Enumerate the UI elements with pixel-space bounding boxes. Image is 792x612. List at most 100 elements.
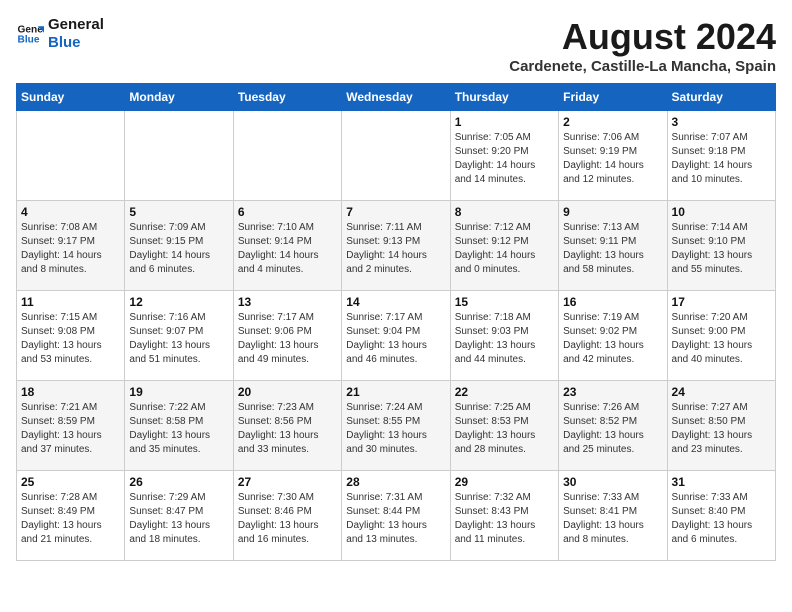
title-block: August 2024 Cardenete, Castille-La Manch… — [509, 16, 776, 75]
day-detail: Sunrise: 7:27 AM Sunset: 8:50 PM Dayligh… — [672, 401, 771, 457]
calendar-cell: 24 Sunrise: 7:27 AM Sunset: 8:50 PM Dayli… — [667, 381, 775, 471]
weekday-header-saturday: Saturday — [667, 84, 775, 111]
day-number: 14 — [346, 295, 445, 309]
day-number: 8 — [455, 205, 554, 219]
day-number: 11 — [21, 295, 120, 309]
calendar-cell: 15 Sunrise: 7:18 AM Sunset: 9:03 PM Dayli… — [450, 291, 558, 381]
calendar-cell: 23 Sunrise: 7:26 AM Sunset: 8:52 PM Dayli… — [559, 381, 667, 471]
weekday-header-monday: Monday — [125, 84, 233, 111]
day-number: 19 — [129, 385, 228, 399]
day-detail: Sunrise: 7:08 AM Sunset: 9:17 PM Dayligh… — [21, 221, 120, 277]
calendar-cell: 1 Sunrise: 7:05 AM Sunset: 9:20 PM Daylig… — [450, 111, 558, 201]
day-detail: Sunrise: 7:24 AM Sunset: 8:55 PM Dayligh… — [346, 401, 445, 457]
day-number: 25 — [21, 475, 120, 489]
calendar-cell: 7 Sunrise: 7:11 AM Sunset: 9:13 PM Daylig… — [342, 201, 450, 291]
day-number: 27 — [238, 475, 337, 489]
day-detail: Sunrise: 7:23 AM Sunset: 8:56 PM Dayligh… — [238, 401, 337, 457]
day-detail: Sunrise: 7:10 AM Sunset: 9:14 PM Dayligh… — [238, 221, 337, 277]
calendar-cell: 6Sunrise: 7:10 AM Sunset: 9:14 PM Daylig… — [233, 201, 341, 291]
day-number: 16 — [563, 295, 662, 309]
day-detail: Sunrise: 7:29 AM Sunset: 8:47 PM Dayligh… — [129, 491, 228, 547]
day-number: 2 — [563, 115, 662, 129]
day-number: 21 — [346, 385, 445, 399]
day-detail: Sunrise: 7:28 AM Sunset: 8:49 PM Dayligh… — [21, 491, 120, 547]
day-number: 15 — [455, 295, 554, 309]
calendar-cell: 27Sunrise: 7:30 AM Sunset: 8:46 PM Dayli… — [233, 471, 341, 561]
day-detail: Sunrise: 7:18 AM Sunset: 9:03 PM Dayligh… — [455, 311, 554, 367]
calendar-cell: 21 Sunrise: 7:24 AM Sunset: 8:55 PM Dayli… — [342, 381, 450, 471]
calendar-cell: 3Sunrise: 7:07 AM Sunset: 9:18 PM Daylig… — [667, 111, 775, 201]
calendar-cell: 25 Sunrise: 7:28 AM Sunset: 8:49 PM Dayli… — [17, 471, 125, 561]
day-number: 30 — [563, 475, 662, 489]
day-number: 17 — [672, 295, 771, 309]
weekday-header-row: SundayMondayTuesdayWednesdayThursdayFrid… — [17, 84, 776, 111]
week-row-1: 1 Sunrise: 7:05 AM Sunset: 9:20 PM Daylig… — [17, 111, 776, 201]
logo-icon: General Blue — [16, 20, 44, 48]
day-detail: Sunrise: 7:09 AM Sunset: 9:15 PM Dayligh… — [129, 221, 228, 277]
day-detail: Sunrise: 7:11 AM Sunset: 9:13 PM Dayligh… — [346, 221, 445, 277]
day-number: 3 — [672, 115, 771, 129]
day-number: 13 — [238, 295, 337, 309]
day-detail: Sunrise: 7:17 AM Sunset: 9:04 PM Dayligh… — [346, 311, 445, 367]
day-number: 12 — [129, 295, 228, 309]
weekday-header-tuesday: Tuesday — [233, 84, 341, 111]
day-detail: Sunrise: 7:32 AM Sunset: 8:43 PM Dayligh… — [455, 491, 554, 547]
page-header: General Blue General Blue August 2024 Ca… — [16, 16, 776, 75]
calendar-cell: 17 Sunrise: 7:20 AM Sunset: 9:00 PM Dayli… — [667, 291, 775, 381]
day-detail: Sunrise: 7:17 AM Sunset: 9:06 PM Dayligh… — [238, 311, 337, 367]
calendar-cell: 11 Sunrise: 7:15 AM Sunset: 9:08 PM Dayli… — [17, 291, 125, 381]
calendar-cell: 10Sunrise: 7:14 AM Sunset: 9:10 PM Dayli… — [667, 201, 775, 291]
calendar-cell: 12 Sunrise: 7:16 AM Sunset: 9:07 PM Dayli… — [125, 291, 233, 381]
calendar-cell: 28Sunrise: 7:31 AM Sunset: 8:44 PM Dayli… — [342, 471, 450, 561]
calendar-cell: 13 Sunrise: 7:17 AM Sunset: 9:06 PM Dayli… — [233, 291, 341, 381]
calendar-cell: 5 Sunrise: 7:09 AM Sunset: 9:15 PM Daylig… — [125, 201, 233, 291]
day-detail: Sunrise: 7:21 AM Sunset: 8:59 PM Dayligh… — [21, 401, 120, 457]
week-row-2: 4Sunrise: 7:08 AM Sunset: 9:17 PM Daylig… — [17, 201, 776, 291]
svg-text:Blue: Blue — [18, 35, 40, 46]
week-row-3: 11 Sunrise: 7:15 AM Sunset: 9:08 PM Dayli… — [17, 291, 776, 381]
day-detail: Sunrise: 7:25 AM Sunset: 8:53 PM Dayligh… — [455, 401, 554, 457]
week-row-5: 25 Sunrise: 7:28 AM Sunset: 8:49 PM Dayli… — [17, 471, 776, 561]
calendar-cell: 8 Sunrise: 7:12 AM Sunset: 9:12 PM Daylig… — [450, 201, 558, 291]
day-number: 5 — [129, 205, 228, 219]
calendar-cell: 19 Sunrise: 7:22 AM Sunset: 8:58 PM Dayli… — [125, 381, 233, 471]
logo: General Blue General Blue — [16, 16, 104, 52]
weekday-header-wednesday: Wednesday — [342, 84, 450, 111]
day-detail: Sunrise: 7:19 AM Sunset: 9:02 PM Dayligh… — [563, 311, 662, 367]
calendar-cell: 2 Sunrise: 7:06 AM Sunset: 9:19 PM Daylig… — [559, 111, 667, 201]
day-detail: Sunrise: 7:15 AM Sunset: 9:08 PM Dayligh… — [21, 311, 120, 367]
location-title: Cardenete, Castille-La Mancha, Spain — [509, 58, 776, 75]
day-number: 23 — [563, 385, 662, 399]
calendar-cell: 9Sunrise: 7:13 AM Sunset: 9:11 PM Daylig… — [559, 201, 667, 291]
day-detail: Sunrise: 7:26 AM Sunset: 8:52 PM Dayligh… — [563, 401, 662, 457]
logo-general: General — [48, 16, 104, 34]
day-detail: Sunrise: 7:16 AM Sunset: 9:07 PM Dayligh… — [129, 311, 228, 367]
month-title: August 2024 — [509, 16, 776, 58]
calendar-cell — [17, 111, 125, 201]
calendar-cell — [342, 111, 450, 201]
day-number: 1 — [455, 115, 554, 129]
calendar-cell — [233, 111, 341, 201]
calendar-cell: 22 Sunrise: 7:25 AM Sunset: 8:53 PM Dayli… — [450, 381, 558, 471]
day-number: 26 — [129, 475, 228, 489]
day-detail: Sunrise: 7:05 AM Sunset: 9:20 PM Dayligh… — [455, 131, 554, 187]
day-detail: Sunrise: 7:12 AM Sunset: 9:12 PM Dayligh… — [455, 221, 554, 277]
day-number: 9 — [563, 205, 662, 219]
calendar-table: SundayMondayTuesdayWednesdayThursdayFrid… — [16, 83, 776, 561]
day-number: 28 — [346, 475, 445, 489]
weekday-header-sunday: Sunday — [17, 84, 125, 111]
day-detail: Sunrise: 7:20 AM Sunset: 9:00 PM Dayligh… — [672, 311, 771, 367]
day-detail: Sunrise: 7:06 AM Sunset: 9:19 PM Dayligh… — [563, 131, 662, 187]
day-detail: Sunrise: 7:22 AM Sunset: 8:58 PM Dayligh… — [129, 401, 228, 457]
day-number: 22 — [455, 385, 554, 399]
calendar-cell: 29Sunrise: 7:32 AM Sunset: 8:43 PM Dayli… — [450, 471, 558, 561]
calendar-cell: 31Sunrise: 7:33 AM Sunset: 8:40 PM Dayli… — [667, 471, 775, 561]
day-number: 7 — [346, 205, 445, 219]
day-number: 18 — [21, 385, 120, 399]
calendar-cell: 20Sunrise: 7:23 AM Sunset: 8:56 PM Dayli… — [233, 381, 341, 471]
day-number: 24 — [672, 385, 771, 399]
calendar-cell: 16 Sunrise: 7:19 AM Sunset: 9:02 PM Dayli… — [559, 291, 667, 381]
weekday-header-friday: Friday — [559, 84, 667, 111]
calendar-cell: 4Sunrise: 7:08 AM Sunset: 9:17 PM Daylig… — [17, 201, 125, 291]
day-detail: Sunrise: 7:14 AM Sunset: 9:10 PM Dayligh… — [672, 221, 771, 277]
